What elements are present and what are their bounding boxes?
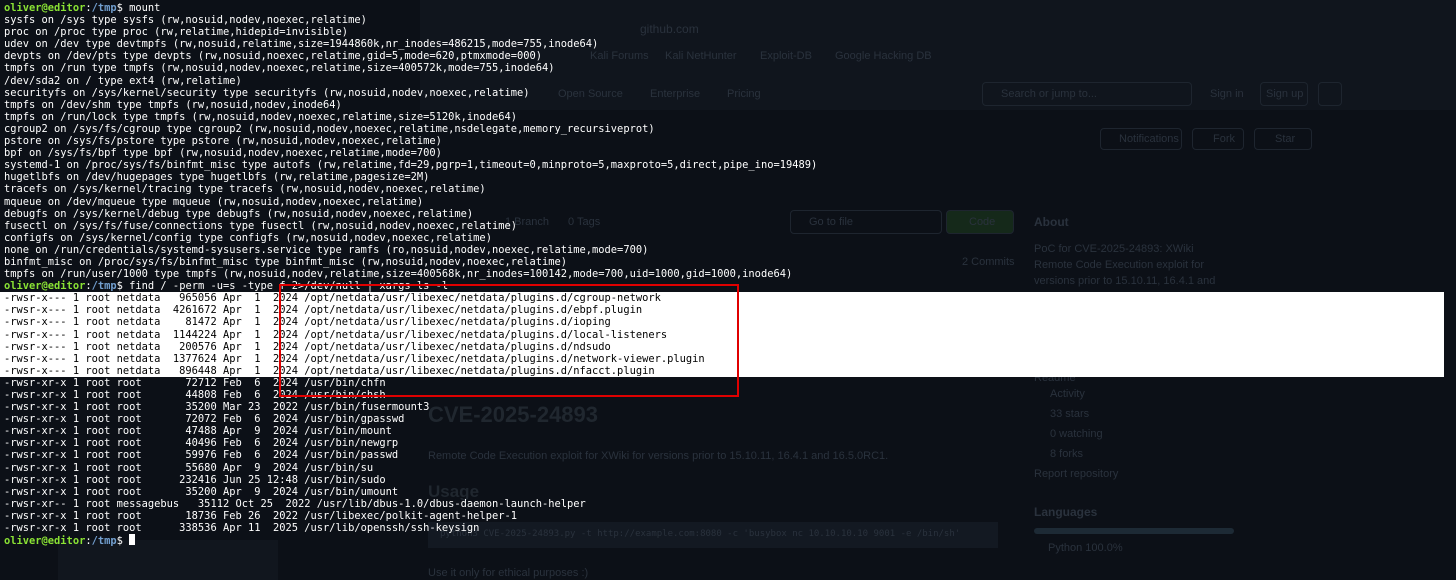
- output-line: systemd-1 on /proc/sys/fs/binfmt_misc ty…: [4, 159, 818, 172]
- terminal[interactable]: oliver@editor:/tmp$ mount sysfs on /sys …: [0, 2, 1456, 548]
- output-line: pstore on /sys/fs/pstore type pstore (rw…: [4, 135, 442, 148]
- output-line: proc on /proc type proc (rw,relatime,hid…: [4, 26, 349, 39]
- suid-line: -rwsr-xr-x 1 root root 18736 Feb 26 2022…: [4, 509, 517, 522]
- command-mount: mount: [122, 2, 161, 14]
- output-line: configfs on /sys/kernel/config type conf…: [4, 231, 492, 244]
- output-line: devpts on /dev/pts type devpts (rw,nosui…: [4, 50, 542, 63]
- suid-line: -rwsr-xr-x 1 root root 35200 Mar 23 2022…: [4, 401, 430, 414]
- prompt-user-host: oliver@editor: [4, 2, 86, 14]
- ethics-note: Use it only for ethical purposes :): [428, 567, 589, 579]
- suid-line: -rwsr-xr-x 1 root root 59976 Feb 6 2024 …: [4, 449, 399, 462]
- output-line: tmpfs on /run/user/1000 type tmpfs (rw,n…: [4, 268, 793, 281]
- prompt-line-current[interactable]: oliver@editor:/tmp$: [0, 534, 1456, 548]
- red-highlight-box: [279, 284, 739, 397]
- output-line: tmpfs on /run/lock type tmpfs (rw,nosuid…: [4, 110, 517, 123]
- prompt-line-mount: oliver@editor:/tmp$ mount: [0, 2, 1456, 14]
- suid-line: -rwsr-xr-x 1 root root 232416 Jun 25 12:…: [4, 473, 386, 486]
- output-line: mqueue on /dev/mqueue type mqueue (rw,no…: [4, 195, 424, 208]
- suid-line: -rwsr-xr-x 1 root root 40496 Feb 6 2024 …: [4, 437, 399, 450]
- prompt-cwd: /tmp: [91, 535, 117, 548]
- output-line: none on /run/credentials/systemd-sysuser…: [4, 243, 649, 256]
- prompt-cwd: /tmp: [91, 280, 117, 293]
- output-line: binfmt_misc on /proc/sys/fs/binfmt_misc …: [4, 255, 568, 268]
- output-line: udev on /dev type devtmpfs (rw,nosuid,re…: [4, 38, 599, 51]
- output-line: /dev/sda2 on / type ext4 (rw,relatime): [4, 74, 242, 87]
- terminal-cursor: [129, 534, 136, 546]
- output-line: tmpfs on /run type tmpfs (rw,nosuid,node…: [4, 62, 555, 75]
- prompt-user-host: oliver@editor: [4, 280, 86, 293]
- output-line: tracefs on /sys/kernel/tracing type trac…: [4, 183, 486, 196]
- suid-line: -rwsr-xr-- 1 root messagebus 35112 Oct 2…: [4, 497, 586, 510]
- output-line: cgroup2 on /sys/fs/cgroup type cgroup2 (…: [4, 122, 655, 135]
- prompt-cwd: /tmp: [91, 2, 117, 14]
- prompt-symbol: $: [116, 535, 123, 548]
- suid-line: -rwsr-xr-x 1 root root 47488 Apr 9 2024 …: [4, 425, 392, 438]
- output-line: tmpfs on /dev/shm type tmpfs (rw,nosuid,…: [4, 98, 342, 111]
- suid-line: -rwsr-xr-x 1 root root 338536 Apr 11 202…: [4, 522, 480, 535]
- output-line: bpf on /sys/fs/bpf type bpf (rw,nosuid,n…: [4, 147, 442, 160]
- output-line: sysfs on /sys type sysfs (rw,nosuid,node…: [4, 14, 367, 27]
- output-line: debugfs on /sys/kernel/debug type debugf…: [4, 207, 474, 220]
- suid-line: -rwsr-xr-x 1 root root 35200 Apr 9 2024 …: [4, 485, 399, 498]
- output-line: securityfs on /sys/kernel/security type …: [4, 86, 530, 99]
- suid-line: -rwsr-xr-x 1 root root 72072 Feb 6 2024 …: [4, 413, 405, 426]
- suid-line: -rwsr-xr-x 1 root root 55680 Apr 9 2024 …: [4, 461, 374, 474]
- output-line: hugetlbfs on /dev/hugepages type hugetlb…: [4, 171, 430, 184]
- prompt-user-host: oliver@editor: [4, 535, 86, 548]
- output-line: fusectl on /sys/fs/fuse/connections type…: [4, 219, 517, 232]
